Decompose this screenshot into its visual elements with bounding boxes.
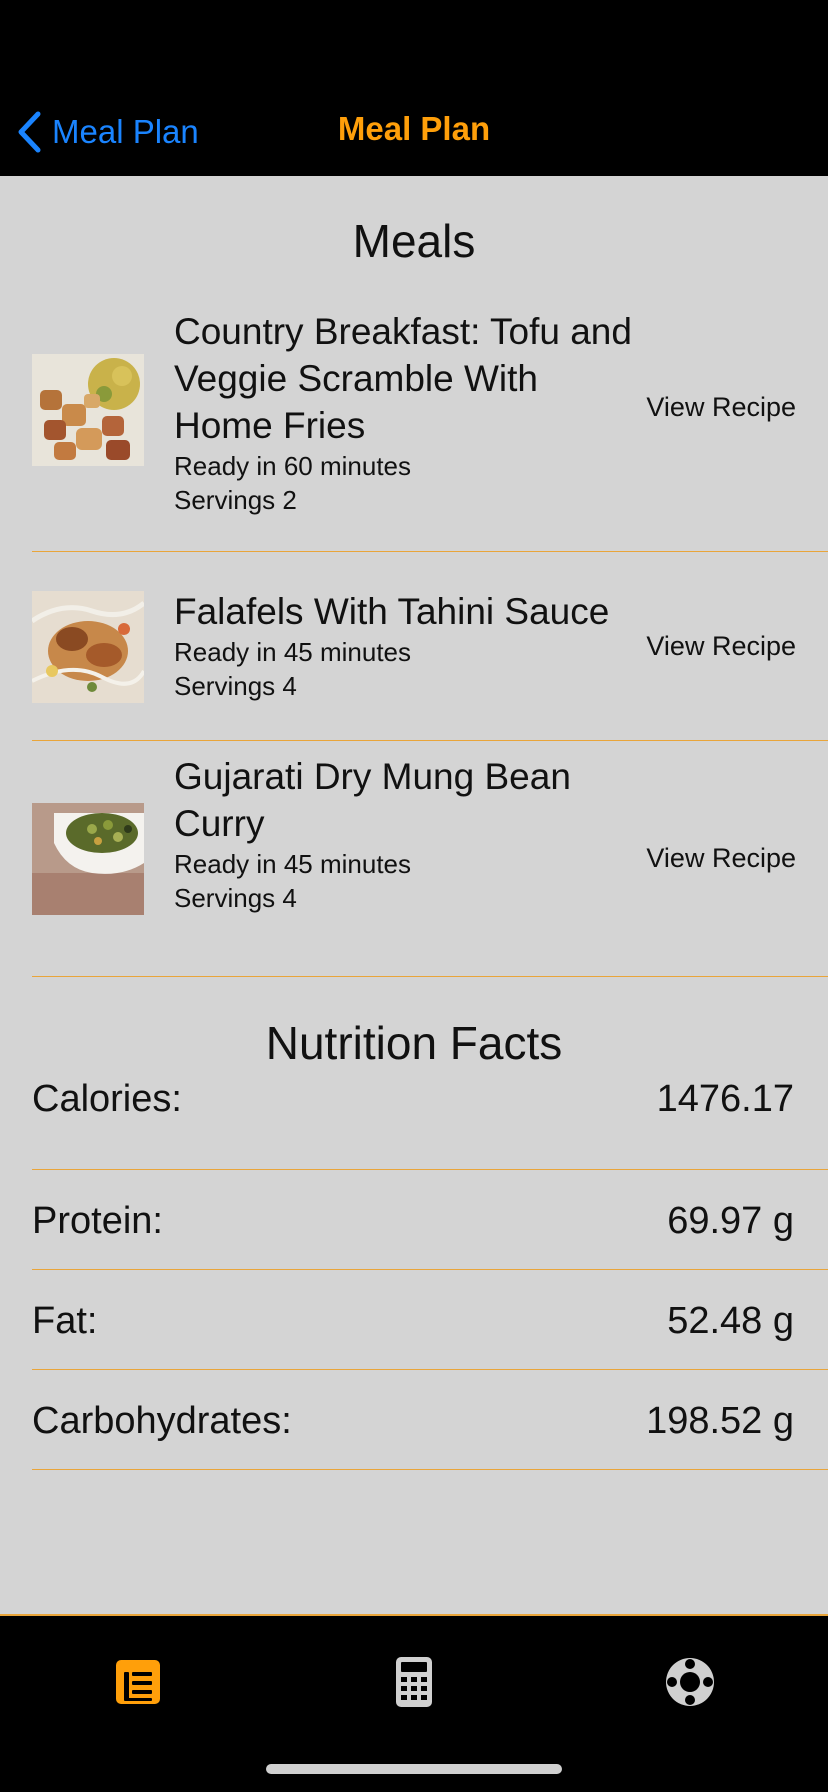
tab-calculator[interactable] [384,1652,444,1712]
divider [32,1469,828,1470]
ready-time: Ready in 45 minutes [174,849,412,879]
meal-image [32,354,144,466]
nutrition-row-calories: Calories: 1476.17 [0,1070,828,1170]
nutrition-row-protein: Protein: 69.97 g [0,1170,828,1270]
nutrition-value: 52.48 g [667,1300,794,1342]
nutrition-value: 1476.17 [656,1078,794,1120]
divider [32,976,828,977]
tab-meal-plan[interactable] [108,1652,168,1712]
servings: Servings 4 [174,883,297,913]
lifebuoy-icon [666,1658,714,1706]
meal-image [32,803,144,915]
main-content[interactable]: Meals Country Breakfast: Tofu and Veggie… [0,176,828,1614]
tab-help[interactable] [660,1652,720,1712]
view-recipe-button[interactable]: View Recipe [646,631,796,662]
page-title: Meal Plan [337,110,491,147]
view-recipe-button[interactable]: View Recipe [646,843,796,874]
nutrition-value: 69.97 g [667,1200,794,1242]
meal-title: Gujarati Dry Mung Bean Curry [174,756,571,844]
nutrition-label: Protein: [32,1200,163,1242]
nutrition-row-carbohydrates: Carbohydrates: 198.52 g [0,1370,828,1470]
meal-title: Country Breakfast: Tofu and Veggie Scram… [174,311,632,446]
meal-row: Falafels With Tahini Sauce Ready in 45 m… [0,552,828,741]
meal-row: Country Breakfast: Tofu and Veggie Scram… [0,286,828,552]
calculator-icon [396,1657,432,1707]
meal-title: Falafels With Tahini Sauce [174,591,610,632]
view-recipe-button[interactable]: View Recipe [646,392,796,423]
status-bar [0,0,828,88]
ready-time: Ready in 45 minutes [174,637,412,667]
nutrition-label: Calories: [32,1078,182,1120]
home-indicator [266,1764,562,1774]
nutrition-label: Carbohydrates: [32,1400,292,1442]
list-icon [116,1660,160,1704]
meals-heading: Meals [352,215,476,267]
servings: Servings 2 [174,485,297,515]
nutrition-heading: Nutrition Facts [265,1017,563,1069]
ready-time: Ready in 60 minutes [174,451,412,481]
meal-row: Gujarati Dry Mung Bean Curry Ready in 45… [0,741,828,977]
navigation-bar: Meal Plan Meal Plan [0,88,828,176]
nutrition-value: 198.52 g [646,1400,794,1442]
nutrition-row-fat: Fat: 52.48 g [0,1270,828,1370]
nutrition-label: Fat: [32,1300,98,1342]
meal-image [32,591,144,703]
servings: Servings 4 [174,671,297,701]
